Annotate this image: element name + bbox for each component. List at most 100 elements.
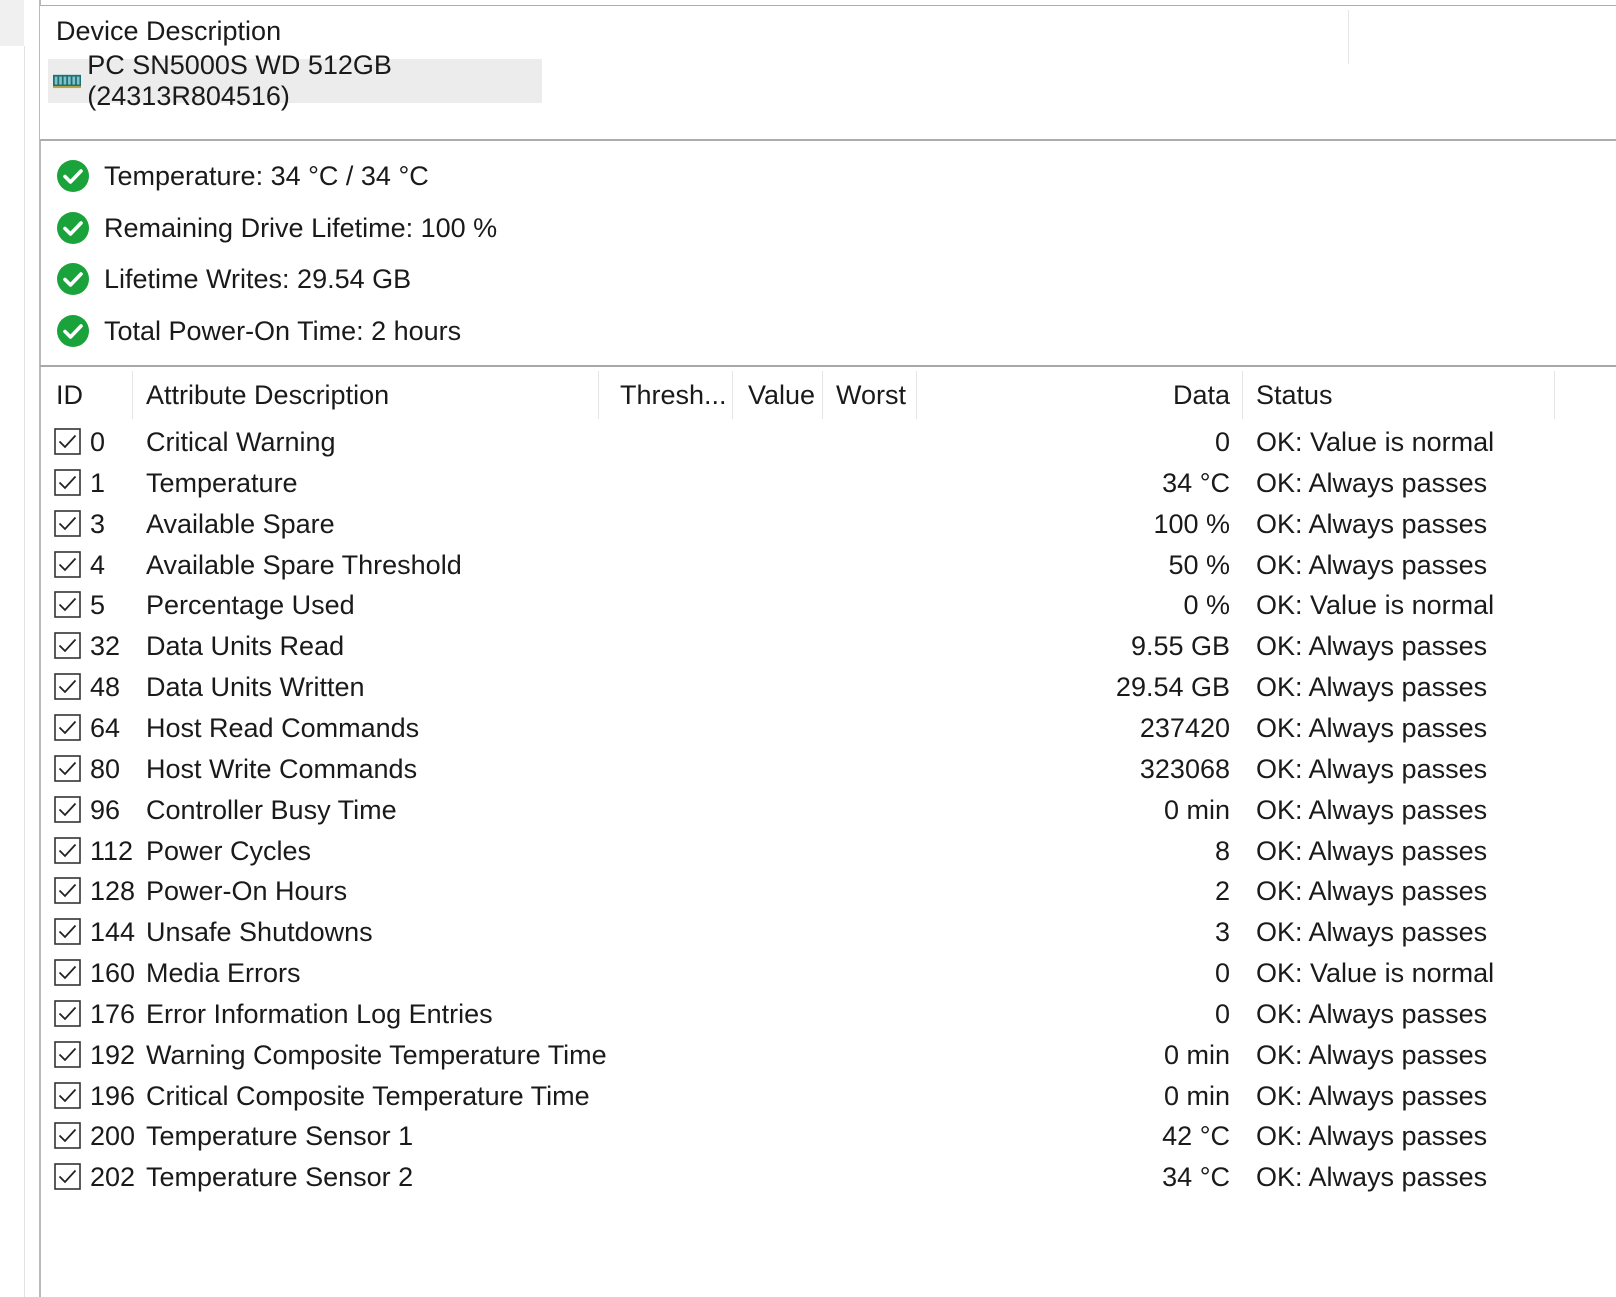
row-checkbox[interactable]: [54, 714, 81, 741]
cell-id: 80: [90, 753, 121, 784]
row-checkbox[interactable]: [54, 959, 81, 986]
row-checkbox[interactable]: [54, 1163, 81, 1191]
cell-description: Error Information Log Entries: [146, 998, 493, 1029]
cell-data: 9.55 GB: [1130, 631, 1230, 662]
table-row[interactable]: 64 Host Read Commands 237420 OK: Always pas…: [40, 708, 1616, 749]
cell-description: Critical Warning: [146, 427, 336, 457]
cell-data: 100 %: [1153, 508, 1230, 539]
column-header-id[interactable]: ID: [56, 367, 132, 423]
summary-lifetime-writes: Lifetime Writes: 29.54 GB: [56, 259, 411, 299]
row-checkbox[interactable]: [54, 591, 81, 619]
table-row[interactable]: 4 Available Spare Threshold 50 % OK: Always…: [40, 545, 1616, 586]
cell-id: 64: [90, 712, 121, 743]
cell-status: OK: Always passes: [1256, 549, 1488, 580]
cell-status: OK: Always passes: [1256, 998, 1488, 1029]
smart-attribute-table: ID Attribute Description Thresh... Value…: [40, 367, 1616, 1297]
cell-description: Power-On Hours: [146, 876, 348, 907]
cell-description: Percentage Used: [146, 590, 355, 621]
table-row[interactable]: 144 Unsafe Shutdowns 3 OK: Always passes: [40, 912, 1616, 953]
device-description-header[interactable]: Device Description: [56, 16, 281, 47]
check-circle-icon: [57, 315, 89, 347]
cell-status: OK: Always passes: [1256, 508, 1488, 539]
column-divider[interactable]: [822, 371, 823, 419]
cell-data: 34 °C: [1162, 467, 1230, 498]
cell-id: 32: [90, 631, 121, 662]
cell-data: 0: [1214, 958, 1230, 989]
row-checkbox[interactable]: [54, 1040, 81, 1068]
device-name: PC SN5000S WD 512GB (24313R804516): [87, 50, 392, 111]
table-row[interactable]: 202 Temperature Sensor 2 34 °C OK: Always p…: [40, 1157, 1616, 1198]
cell-description: Media Errors: [146, 958, 301, 989]
column-header-threshold[interactable]: Thresh...: [620, 367, 730, 423]
table-row[interactable]: 196 Critical Composite Temperature Time 0 …: [40, 1076, 1616, 1117]
cell-id: 5: [90, 590, 106, 621]
row-checkbox[interactable]: [54, 918, 81, 945]
cell-status: OK: Always passes: [1256, 794, 1488, 825]
row-checkbox[interactable]: [54, 836, 81, 864]
column-divider[interactable]: [916, 371, 917, 419]
cell-description: Temperature Sensor 1: [146, 1121, 414, 1152]
row-checkbox[interactable]: [54, 795, 81, 823]
row-checkbox[interactable]: [54, 877, 81, 905]
left-navigation-strip: [0, 0, 38, 1297]
row-checkbox[interactable]: [54, 550, 81, 578]
row-checkbox[interactable]: [54, 428, 81, 455]
table-row[interactable]: 80 Host Write Commands 323068 OK: Always pa…: [40, 749, 1616, 790]
column-divider: [1348, 10, 1349, 64]
table-row[interactable]: 160 Media Errors 0 OK: Value is normal: [40, 953, 1616, 994]
cell-id: 160: [90, 958, 136, 989]
cell-data: 50 %: [1168, 549, 1230, 580]
cell-id: 0: [90, 427, 106, 457]
column-divider[interactable]: [1554, 371, 1555, 419]
cell-id: 192: [90, 1039, 136, 1070]
table-row[interactable]: 1 Temperature 34 °C OK: Always passes: [40, 463, 1616, 504]
cell-description: Available Spare: [146, 508, 335, 539]
column-divider[interactable]: [1242, 371, 1243, 419]
column-header-description[interactable]: Attribute Description: [146, 367, 598, 423]
column-divider[interactable]: [732, 371, 733, 419]
table-row[interactable]: 200 Temperature Sensor 1 42 °C OK: Always p…: [40, 1116, 1616, 1157]
cell-data: 0 min: [1163, 1080, 1230, 1111]
row-checkbox[interactable]: [54, 469, 81, 496]
table-row[interactable]: 48 Data Units Written 29.54 GB OK: Always p…: [40, 667, 1616, 708]
cell-data: 237420: [1139, 712, 1230, 743]
column-divider[interactable]: [132, 371, 133, 419]
cell-description: Controller Busy Time: [146, 794, 397, 825]
cell-status: OK: Always passes: [1256, 631, 1488, 662]
table-row[interactable]: 96 Controller Busy Time 0 min OK: Always pa…: [40, 790, 1616, 831]
row-checkbox[interactable]: [54, 1000, 81, 1027]
column-header-data[interactable]: Data: [1140, 367, 1230, 423]
cell-data: 0: [1214, 427, 1230, 457]
cell-data: 323068: [1139, 753, 1230, 784]
table-row[interactable]: 0 Critical Warning 0 OK: Value is normal: [40, 422, 1616, 463]
row-checkbox[interactable]: [54, 1122, 81, 1150]
row-checkbox[interactable]: [54, 1081, 81, 1109]
table-row[interactable]: 128 Power-On Hours 2 OK: Always passes: [40, 871, 1616, 912]
table-row[interactable]: 176 Error Information Log Entries 0 OK: Alw…: [40, 994, 1616, 1035]
table-row[interactable]: 112 Power Cycles 8 OK: Always passes: [40, 831, 1616, 872]
summary-temperature: Temperature: 34 °C / 34 °C: [56, 156, 429, 196]
cell-id: 128: [90, 876, 136, 907]
row-checkbox[interactable]: [54, 673, 81, 700]
device-row-selected[interactable]: PC SN5000S WD 512GB (24313R804516): [48, 50, 542, 111]
cell-data: 8: [1214, 835, 1230, 866]
cell-description: Critical Composite Temperature Time: [146, 1080, 590, 1111]
cell-id: 176: [90, 998, 136, 1029]
cell-id: 200: [90, 1121, 136, 1152]
column-header-worst[interactable]: Worst: [836, 367, 916, 423]
cell-status: OK: Value is normal: [1256, 958, 1495, 989]
table-row[interactable]: 32 Data Units Read 9.55 GB OK: Always passe…: [40, 626, 1616, 667]
column-header-value[interactable]: Value: [748, 367, 820, 423]
table-row[interactable]: 192 Warning Composite Temperature Time 0 m…: [40, 1035, 1616, 1076]
cell-description: Host Read Commands: [146, 712, 420, 743]
row-checkbox[interactable]: [54, 632, 81, 660]
summary-power-on-time: Total Power-On Time: 2 hours: [56, 311, 461, 351]
row-checkbox[interactable]: [54, 509, 81, 537]
cell-description: Warning Composite Temperature Time: [146, 1039, 607, 1070]
column-header-status[interactable]: Status: [1256, 367, 1536, 423]
column-divider[interactable]: [598, 371, 599, 419]
table-row[interactable]: 3 Available Spare 100 % OK: Always passes: [40, 504, 1616, 545]
table-row[interactable]: 5 Percentage Used 0 % OK: Value is normal: [40, 585, 1616, 626]
cell-id: 96: [90, 794, 121, 825]
row-checkbox[interactable]: [54, 754, 81, 782]
